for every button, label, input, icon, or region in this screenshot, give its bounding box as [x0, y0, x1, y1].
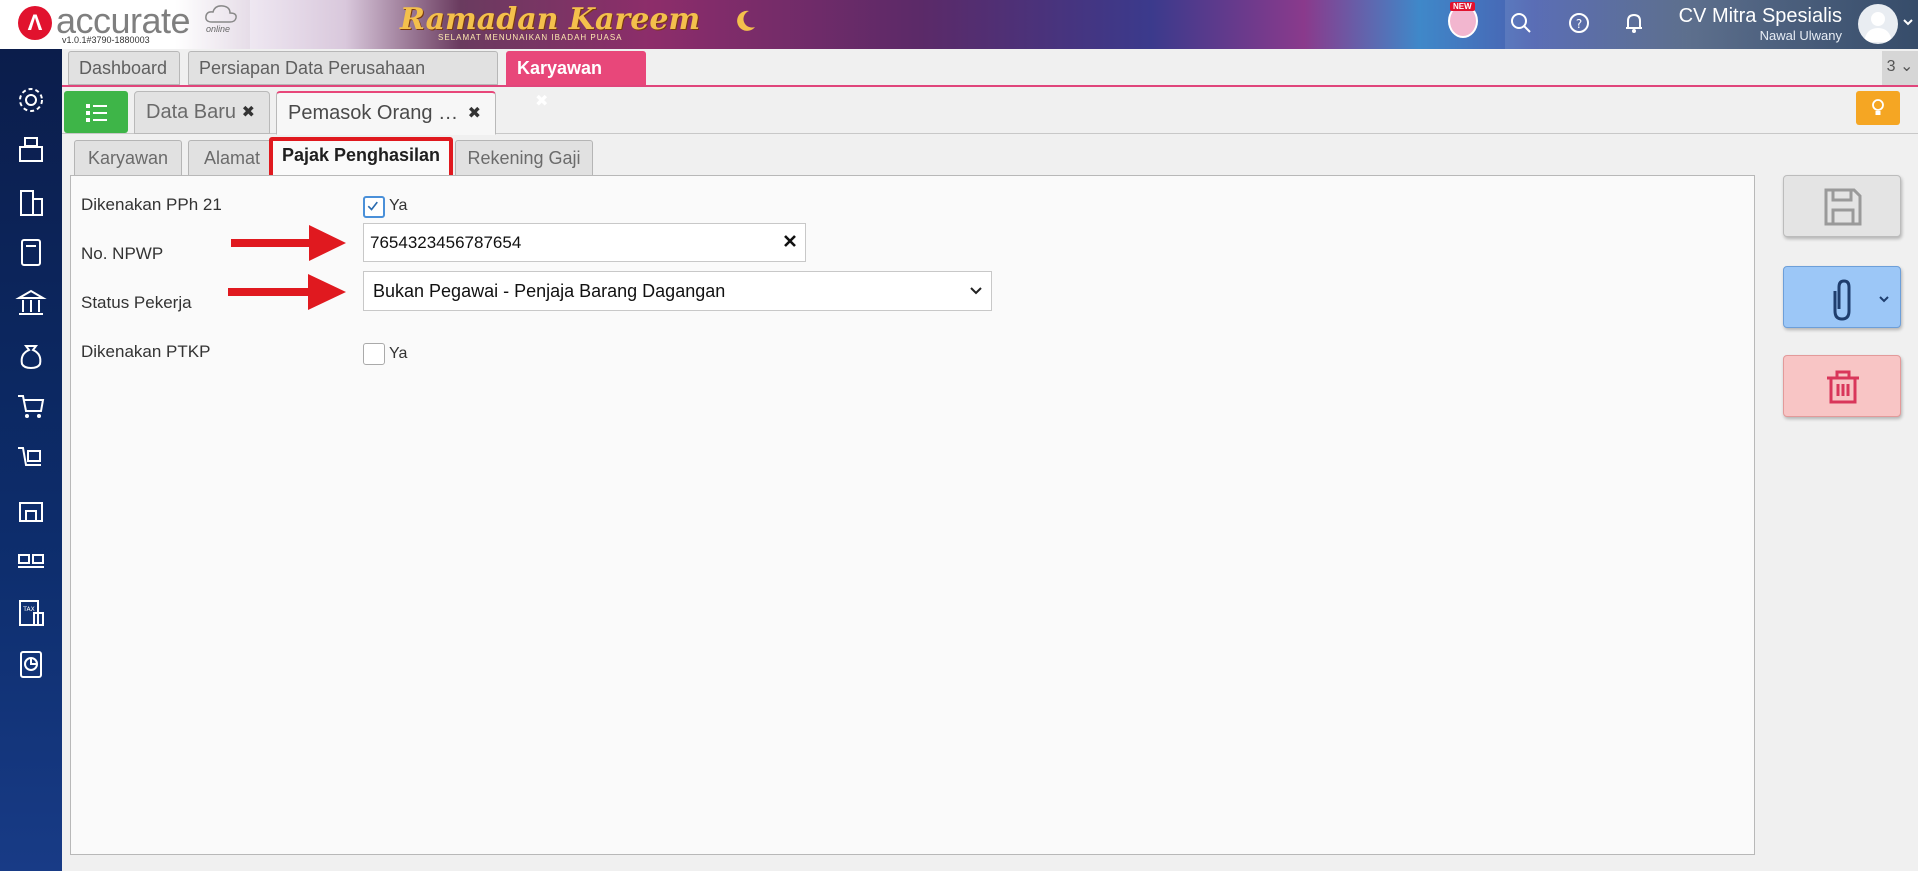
form-panel: Dikenakan PPh 21 Ya No. NPWP 76543234567… [70, 175, 1755, 855]
building-icon[interactable] [14, 185, 48, 219]
brand-suffix: online [206, 24, 231, 34]
subtab-label: Data Baru [146, 101, 237, 123]
ptkp-checkbox[interactable] [363, 343, 385, 365]
trash-icon [1827, 370, 1859, 404]
tax-document-icon[interactable]: TAX [14, 596, 48, 630]
npwp-label: No. NPWP [81, 244, 164, 263]
tab-label: Dashboard [79, 58, 168, 78]
sidebar: TAX [0, 49, 62, 871]
money-bag-icon[interactable] [14, 338, 48, 372]
pph21-label: Dikenakan PPh 21 [81, 195, 222, 214]
chevron-down-icon [970, 287, 982, 295]
tab-count-dropdown[interactable]: 3 ⌄ [1882, 51, 1918, 85]
tab-karyawan[interactable]: Karyawan ✖ [506, 51, 646, 110]
banner-subtitle: SELAMAT MENUNAIKAN IBADAH PUASA [438, 33, 623, 42]
cash-register-icon[interactable] [14, 133, 48, 167]
tab-label: Persiapan Data Perusahaan [199, 58, 426, 78]
chevron-down-icon[interactable] [1902, 16, 1914, 28]
tab-persiapan-data-perusahaan[interactable]: Persiapan Data Perusahaan [188, 51, 498, 85]
ptkp-check-label: Ya [389, 345, 408, 362]
ptkp-label: Dikenakan PTKP [81, 342, 211, 361]
npwp-input[interactable]: 7654323456787654 [363, 223, 806, 262]
chevron-down-icon: ⌄ [1899, 58, 1914, 75]
accurate-logo-icon: Λ [18, 6, 52, 40]
cart-box-icon[interactable] [14, 441, 48, 475]
delete-button[interactable] [1783, 355, 1901, 417]
top-bar: Λ accurate v1.0.1#3790-1880003 online Ra… [0, 0, 1918, 49]
avatar[interactable] [1858, 4, 1898, 44]
crescent-moon-icon [737, 10, 755, 31]
tab-pajak-penghasilan[interactable]: Pajak Penghasilan [269, 137, 453, 179]
paperclip-icon [1833, 279, 1889, 321]
tab-rekening-gaji[interactable]: Rekening Gaji [455, 140, 593, 176]
user-avatar-icon [1864, 12, 1892, 42]
list-menu-button[interactable] [64, 91, 128, 133]
tab-label: Karyawan [517, 58, 603, 78]
checkmark-icon [367, 201, 378, 211]
annotation-arrow [228, 274, 346, 310]
banner-title: Ramadan Kareem [400, 2, 701, 37]
version-text: v1.0.1#3790-1880003 [62, 35, 150, 45]
search-icon[interactable] [1508, 10, 1534, 36]
brand-area[interactable]: Λ accurate v1.0.1#3790-1880003 online [0, 0, 250, 49]
sub-tabs: Data Baru ✖ Pemasok Orang … ✖ [62, 87, 1918, 135]
status-label: Status Pekerja [81, 293, 192, 312]
settings-gear-icon[interactable] [14, 83, 48, 117]
svg-text:TAX: TAX [22, 606, 34, 613]
subtab-data-baru[interactable]: Data Baru ✖ [134, 91, 270, 134]
tab-karyawan-info[interactable]: Karyawan [74, 140, 182, 176]
annotation-arrow [231, 225, 346, 261]
close-icon[interactable]: ✖ [468, 93, 481, 134]
tab-count: 3 [1886, 58, 1896, 75]
attach-button[interactable] [1783, 266, 1901, 328]
tab-alamat[interactable]: Alamat [188, 140, 276, 176]
bell-icon[interactable] [1621, 10, 1647, 36]
pph21-check-label: Ya [389, 197, 408, 214]
cloud-icon [205, 5, 237, 23]
save-icon [1824, 188, 1862, 226]
new-badge: NEW [1450, 2, 1475, 11]
svg-text:?: ? [1576, 17, 1582, 31]
status-pekerja-select[interactable]: Bukan Pegawai - Penjaja Barang Dagangan [363, 271, 992, 311]
user-name: Nawal Ulwany [1759, 28, 1842, 43]
main-tabs: Dashboard Persiapan Data Perusahaan Kary… [62, 49, 1918, 110]
lightbulb-icon [1872, 99, 1884, 115]
company-name[interactable]: CV Mitra Spesialis [1679, 5, 1842, 28]
subtab-label: Pemasok Orang … [288, 102, 459, 124]
tab-dashboard[interactable]: Dashboard [68, 51, 180, 85]
form-tabs: Karyawan Alamat Pajak Penghasilan Rekeni… [62, 134, 1918, 179]
warehouse-icon[interactable] [14, 493, 48, 527]
bank-icon[interactable] [14, 286, 48, 320]
subtab-pemasok-orang[interactable]: Pemasok Orang … ✖ [276, 91, 496, 135]
save-button[interactable] [1783, 175, 1901, 237]
workspace: Dashboard Persiapan Data Perusahaan Kary… [62, 49, 1918, 871]
shopping-cart-icon[interactable] [14, 389, 48, 423]
ledger-book-icon[interactable] [14, 235, 48, 269]
pph21-checkbox[interactable] [363, 196, 385, 218]
close-icon[interactable]: ✖ [242, 92, 255, 133]
report-chart-icon[interactable] [14, 647, 48, 681]
clear-icon[interactable] [781, 232, 799, 250]
list-icon [86, 104, 107, 122]
tips-button[interactable] [1856, 91, 1900, 125]
help-icon[interactable]: ? [1566, 10, 1592, 36]
conveyor-icon[interactable] [14, 545, 48, 579]
